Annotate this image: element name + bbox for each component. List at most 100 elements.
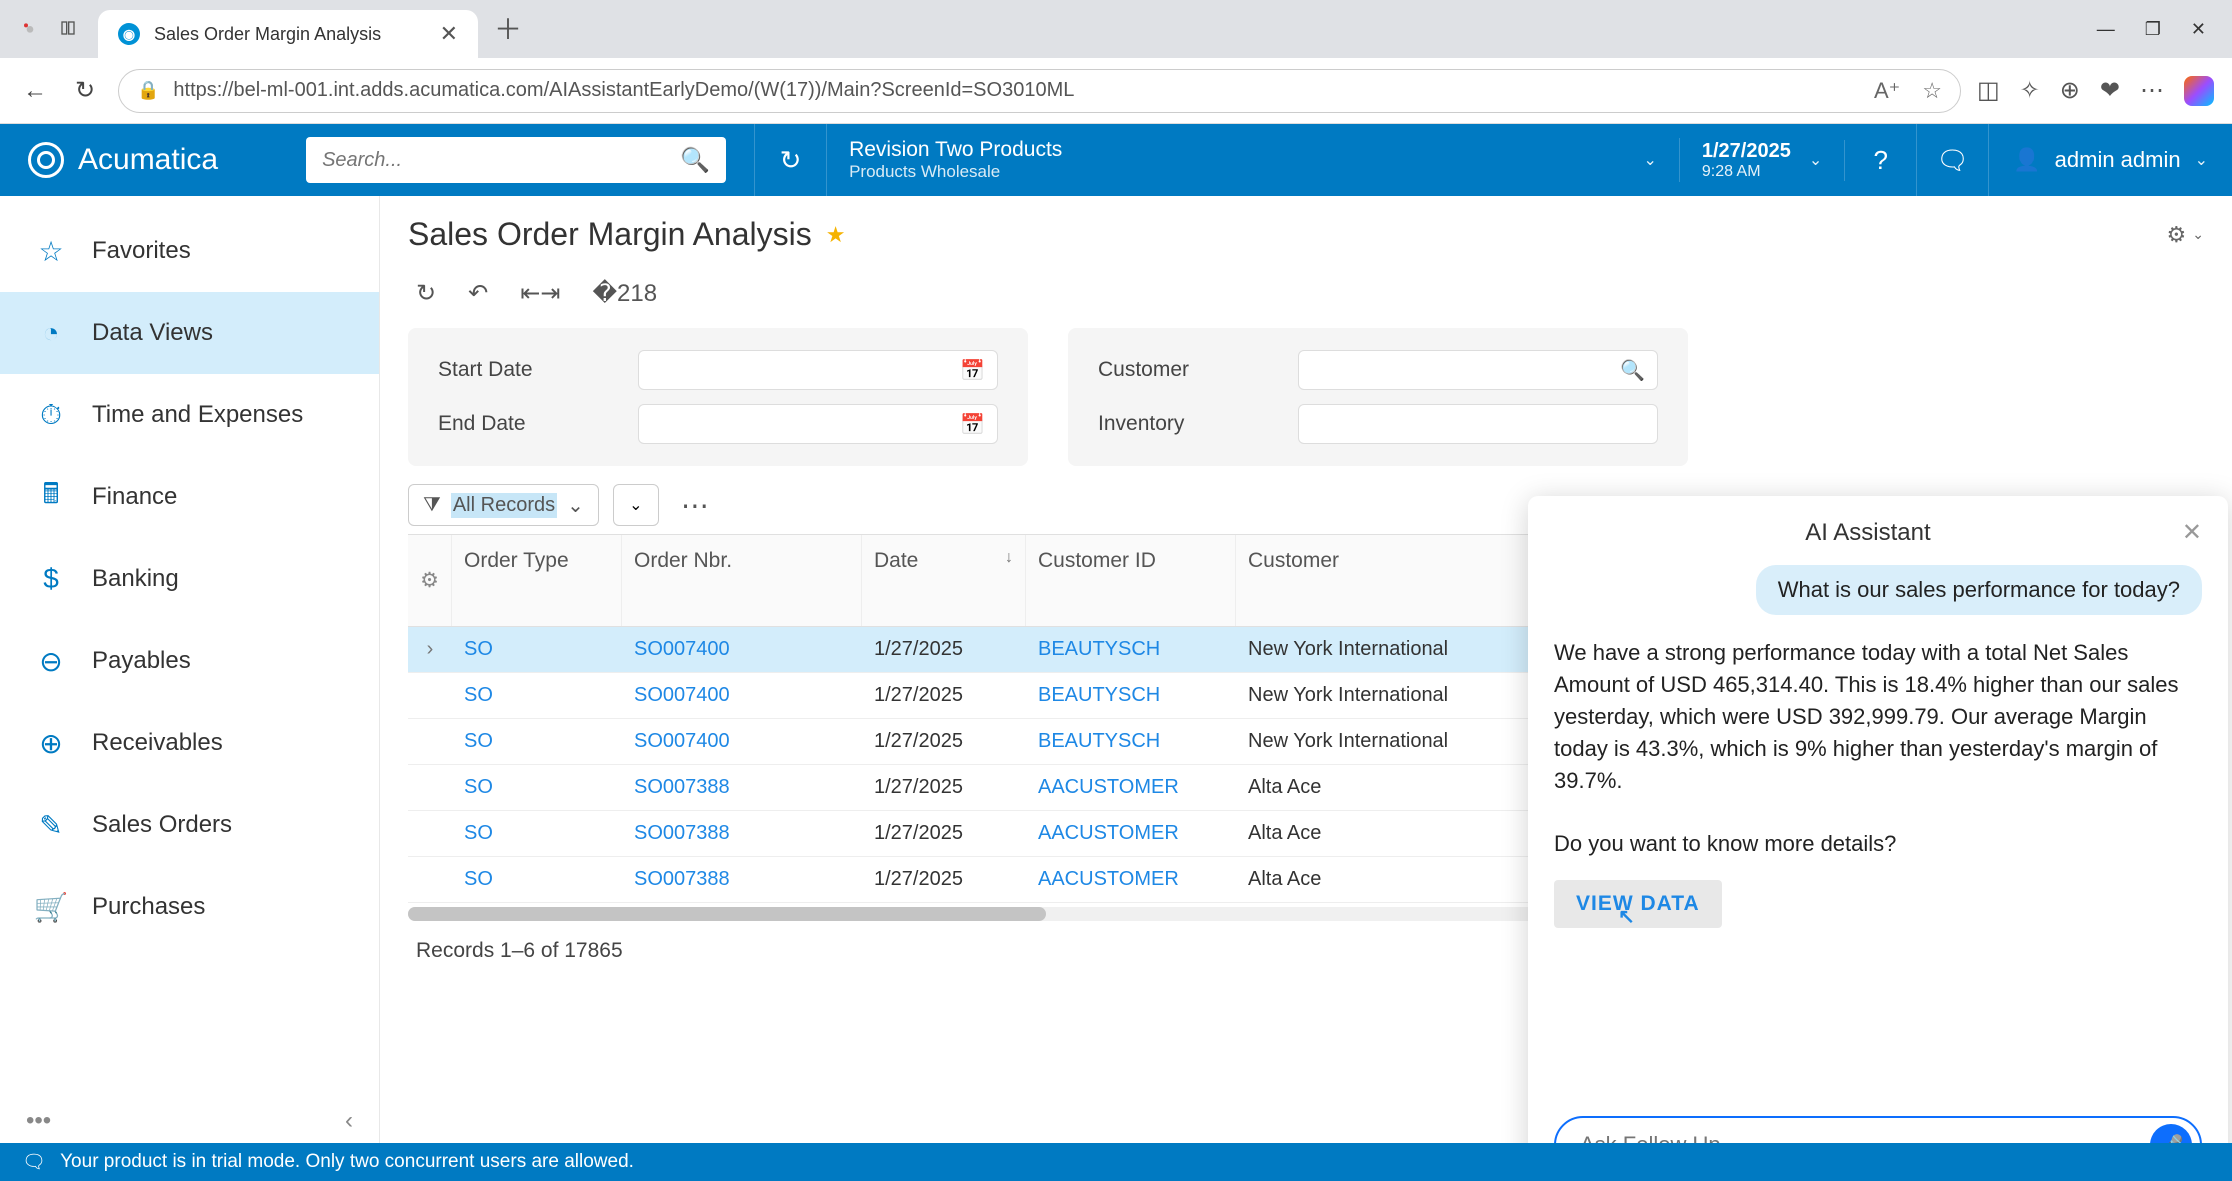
main-content: Sales Order Margin Analysis ★ ⚙ ⌄ ↻ ↶ ⇤⇥… [380,196,2232,1143]
address-bar[interactable]: 🔒 A⁺ ☆ [118,69,1961,113]
profile-icon[interactable] [20,20,46,46]
end-date-input[interactable]: 📅 [638,404,998,444]
sidebar-item-finance[interactable]: 🖩Finance [0,456,379,538]
favorite-icon[interactable]: ☆ [1922,78,1942,104]
cell-customer-id[interactable]: BEAUTYSCH [1026,730,1236,753]
secondary-dropdown[interactable]: ⌄ [613,484,659,526]
export-button[interactable]: �218 [592,279,657,308]
back-button[interactable]: ← [18,74,52,108]
scrollbar-thumb[interactable] [408,907,1046,921]
grid-settings-icon[interactable]: ⚙ [408,535,452,626]
favorite-star-icon[interactable]: ★ [826,222,846,248]
window-minimize-icon[interactable]: — [2097,19,2115,40]
col-customer-id[interactable]: Customer ID [1026,535,1236,626]
favorites-bar-icon[interactable]: ✧ [2020,76,2040,106]
help-button[interactable]: ? [1845,124,1917,196]
feedback-button[interactable]: 🗨 [1917,124,1989,196]
cell-order-nbr[interactable]: SO007388 [622,776,862,799]
cell-order-nbr[interactable]: SO007400 [622,684,862,707]
more-modules-icon[interactable]: ••• [26,1107,51,1135]
user-menu[interactable]: 👤 admin admin ⌄ [1989,147,2232,173]
grid-more-menu[interactable]: ⋯ [673,489,719,522]
cell-order-type[interactable]: SO [452,868,622,891]
search-icon: 🔍 [1620,358,1645,383]
cell-customer-id[interactable]: AACUSTOMER [1026,822,1236,845]
sidebar-item-receivables[interactable]: ⊕Receivables [0,702,379,784]
ai-close-icon[interactable]: ✕ [2182,518,2202,547]
filter-icon: ⧩ [423,494,441,517]
sidebar-item-time-expenses[interactable]: ⏱Time and Expenses [0,374,379,456]
ai-followup-input[interactable] [1580,1132,2150,1143]
refresh-button[interactable]: ↻ [68,74,102,108]
refresh-button[interactable]: ↻ [416,279,436,308]
col-order-type[interactable]: Order Type [452,535,622,626]
sidebar-item-payables[interactable]: ⊖Payables [0,620,379,702]
records-filter-dropdown[interactable]: ⧩ All Records ⌄ [408,484,599,526]
url-input[interactable] [173,79,1860,102]
window-close-icon[interactable]: ✕ [2191,19,2206,40]
sidebar-item-favorites[interactable]: ☆Favorites [0,210,379,292]
more-menu-icon[interactable]: ⋯ [2140,76,2164,106]
calendar-icon: 📅 [960,412,985,437]
microphone-icon[interactable]: 🎤 [2150,1124,2192,1143]
sort-desc-icon: ↓ [1005,549,1013,567]
cell-customer-id[interactable]: AACUSTOMER [1026,868,1236,891]
user-icon: 👤 [2013,147,2040,173]
site-info-icon[interactable]: 🔒 [137,80,159,101]
read-aloud-icon[interactable]: A⁺ [1874,78,1900,104]
extensions-icon[interactable]: ❤ [2100,76,2120,106]
workspaces-icon[interactable] [60,20,86,46]
sidebar-item-data-views[interactable]: ◔Data Views [0,292,379,374]
business-date: 1/27/2025 [1702,140,1791,163]
brand-logo[interactable]: Acumatica [0,142,246,178]
browser-tab[interactable]: ◉ Sales Order Margin Analysis ✕ [98,10,478,58]
search-input[interactable] [322,149,680,172]
cell-order-nbr[interactable]: SO007400 [622,730,862,753]
collections-icon[interactable]: ⊕ [2060,76,2080,106]
tab-favicon-icon: ◉ [118,23,140,45]
cell-customer-id[interactable]: BEAUTYSCH [1026,684,1236,707]
inventory-input[interactable] [1298,404,1658,444]
collapse-sidebar-icon[interactable]: ‹ [345,1107,353,1135]
browser-toolbar: ← ↻ 🔒 A⁺ ☆ ◫ ✧ ⊕ ❤ ⋯ [0,58,2232,124]
window-restore-icon[interactable]: ❐ [2145,19,2161,40]
col-order-nbr[interactable]: Order Nbr. [622,535,862,626]
view-data-button[interactable]: VIEW DATA ↖ [1554,880,1722,928]
refresh-action[interactable]: ↻ [755,124,827,196]
ai-input-container[interactable]: 🎤 [1554,1116,2202,1143]
cell-date: 1/27/2025 [862,822,1026,845]
tab-close-icon[interactable]: ✕ [440,21,458,47]
cell-order-type[interactable]: SO [452,684,622,707]
customer-input[interactable]: 🔍 [1298,350,1658,390]
cell-order-nbr[interactable]: SO007388 [622,822,862,845]
app-topbar: Acumatica 🔍 ↻ Revision Two Products Prod… [0,124,2232,196]
cell-order-type[interactable]: SO [452,638,622,661]
sidebar-item-banking[interactable]: $Banking [0,538,379,620]
expand-row-icon[interactable]: › [408,638,452,661]
tenant-selector[interactable]: Revision Two Products Products Wholesale… [827,138,1680,182]
sidebar-item-sales-orders[interactable]: ✎Sales Orders [0,784,379,866]
fit-columns-button[interactable]: ⇤⇥ [520,279,560,308]
cell-customer-id[interactable]: BEAUTYSCH [1026,638,1236,661]
start-date-input[interactable]: 📅 [638,350,998,390]
stopwatch-icon: ⏱ [34,398,68,432]
split-screen-icon[interactable]: ◫ [1977,76,2000,106]
cell-order-type[interactable]: SO [452,776,622,799]
col-date[interactable]: Date↓ [862,535,1026,626]
sidebar-item-purchases[interactable]: 🛒Purchases [0,866,379,948]
cell-order-nbr[interactable]: SO007400 [622,638,862,661]
business-date-selector[interactable]: 1/27/2025 9:28 AM ⌄ [1680,140,1845,181]
page-settings-button[interactable]: ⚙ ⌄ [2167,222,2204,248]
brand-name: Acumatica [78,143,218,177]
ai-assistant-panel: AI Assistant ✕ What is our sales perform… [1528,496,2228,1143]
cell-date: 1/27/2025 [862,868,1026,891]
cell-order-nbr[interactable]: SO007388 [622,868,862,891]
global-search[interactable]: 🔍 [306,137,726,183]
cell-order-type[interactable]: SO [452,730,622,753]
copilot-icon[interactable] [2184,76,2214,106]
cell-order-type[interactable]: SO [452,822,622,845]
undo-button[interactable]: ↶ [468,279,488,308]
search-icon[interactable]: 🔍 [680,146,710,175]
cell-customer-id[interactable]: AACUSTOMER [1026,776,1236,799]
new-tab-button[interactable]: ＋ [478,8,538,58]
